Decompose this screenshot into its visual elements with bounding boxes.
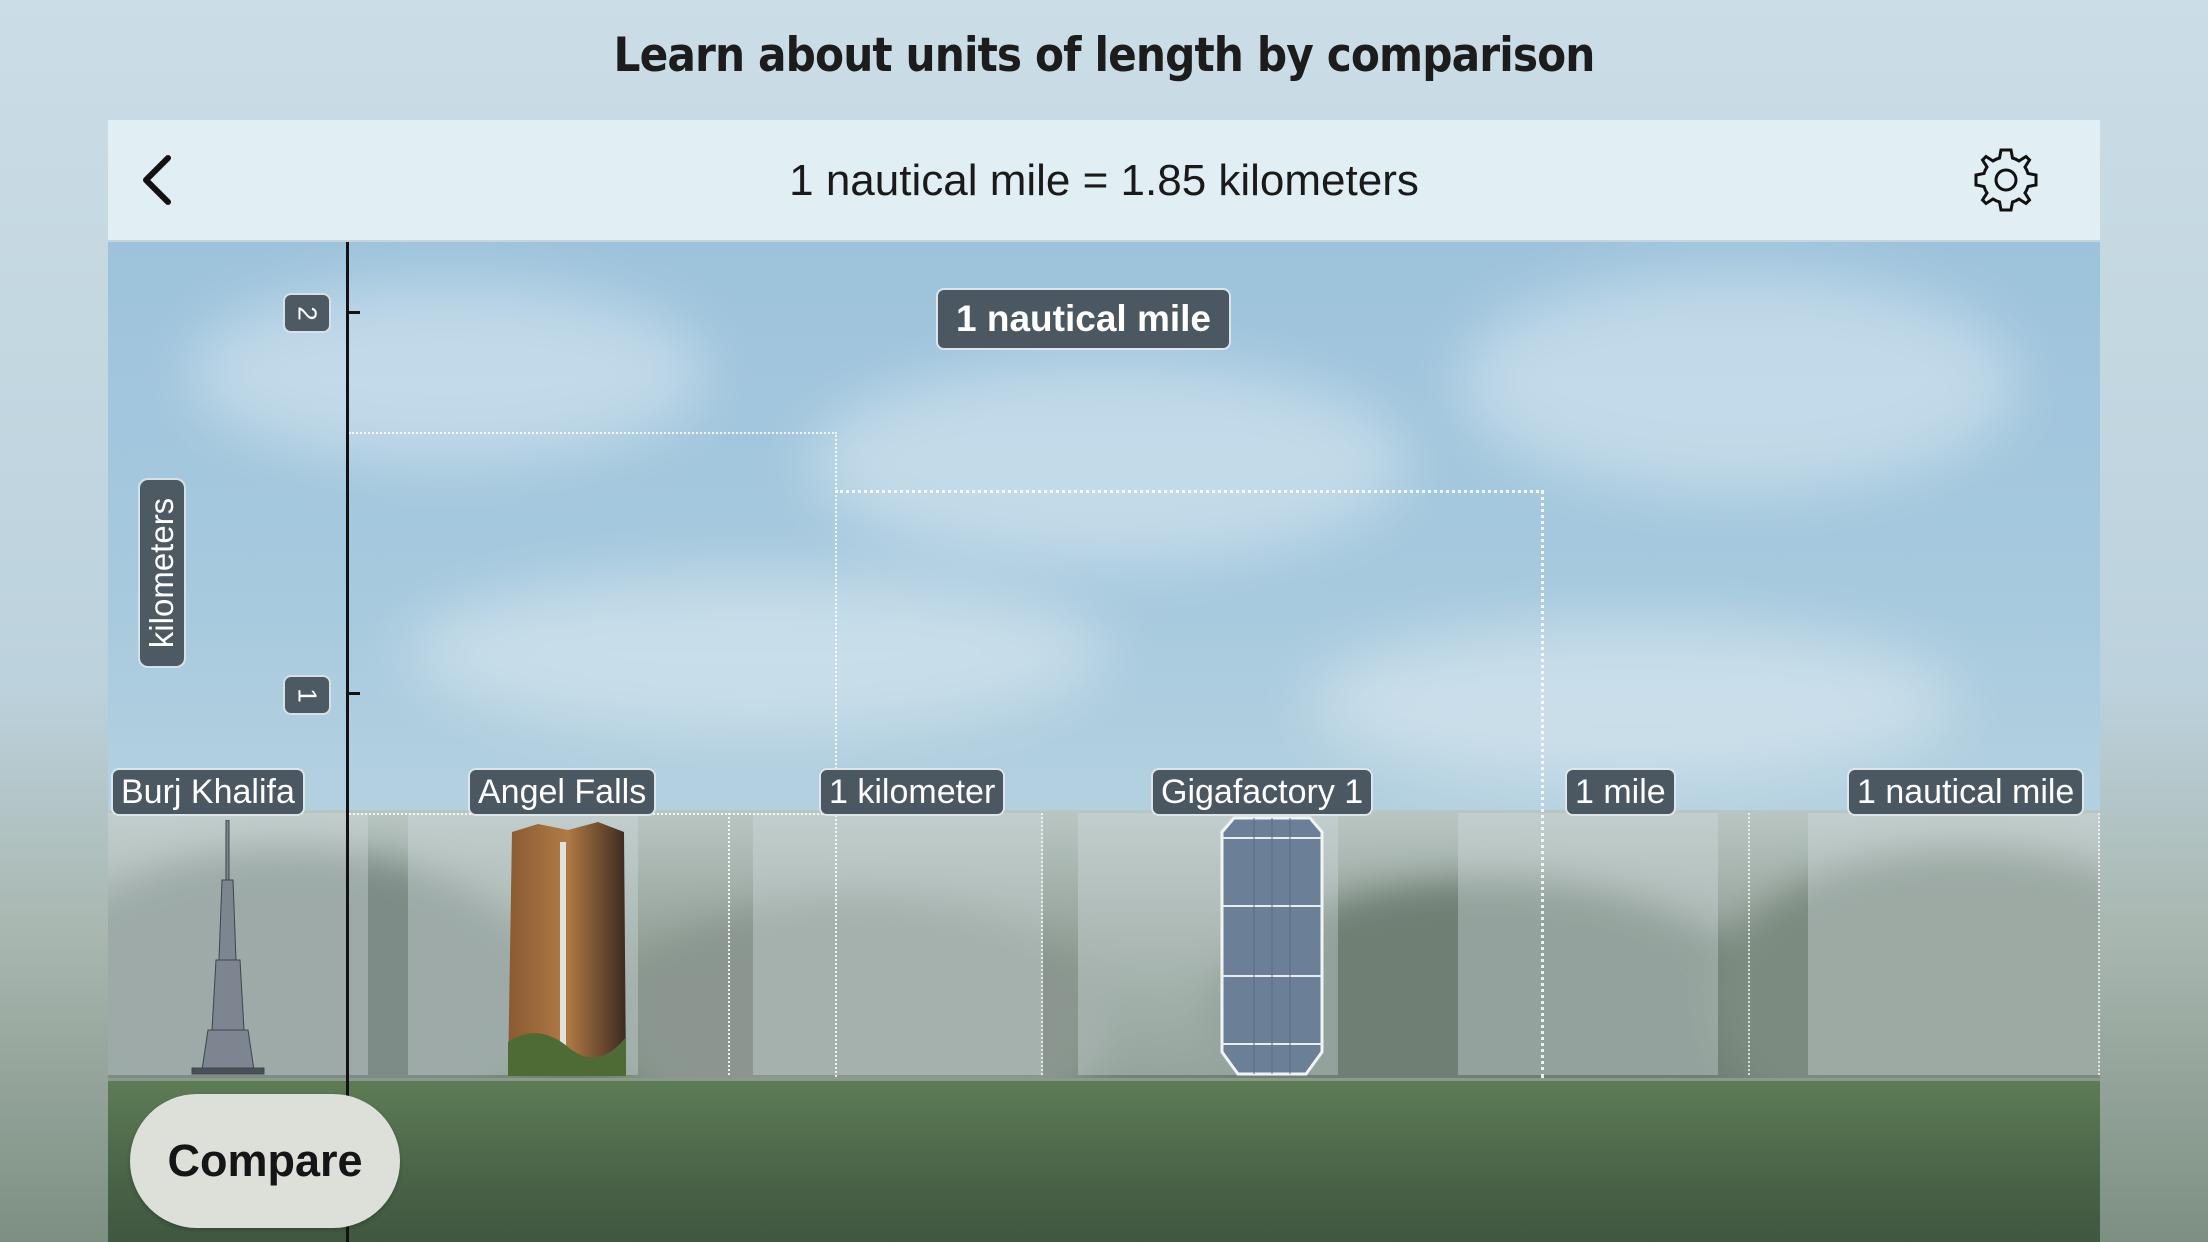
angel-falls-outline <box>728 813 730 1075</box>
item-label-gigafactory-1[interactable]: Gigafactory 1 <box>1151 768 1374 816</box>
app-frame: 1 nautical mile = 1.85 kilometers 2 1 ki… <box>108 120 2100 1242</box>
settings-button[interactable] <box>1970 144 2042 216</box>
item-label-1-nautical-mile[interactable]: 1 nautical mile <box>1847 768 2085 816</box>
item-label-1-mile[interactable]: 1 mile <box>1565 768 1676 816</box>
nautical-mile-column-outline <box>1808 813 2100 1075</box>
mile-outline <box>1493 813 1750 1075</box>
y-tick-label: 1 <box>283 675 331 715</box>
ground <box>108 1078 2100 1242</box>
item-label-burj-khalifa[interactable]: Burj Khalifa <box>111 768 305 816</box>
conversion-equation: 1 nautical mile = 1.85 kilometers <box>789 156 1419 205</box>
burj-khalifa-image <box>191 820 265 1075</box>
gear-icon <box>1974 148 2038 212</box>
y-axis <box>346 242 349 1242</box>
page-title: Learn about units of length by compariso… <box>613 28 1596 83</box>
y-tick-label: 2 <box>283 293 331 333</box>
highlighted-item-label: 1 nautical mile <box>936 288 1231 350</box>
angel-falls-image <box>508 822 626 1076</box>
compare-button[interactable]: Compare <box>130 1094 400 1228</box>
item-label-angel-falls[interactable]: Angel Falls <box>468 768 657 816</box>
gigafactory-image <box>1220 816 1324 1076</box>
y-tick-2 <box>346 311 360 314</box>
item-label-1-kilometer[interactable]: 1 kilometer <box>819 768 1006 816</box>
kilometer-outline <box>753 813 1043 1075</box>
navbar: 1 nautical mile = 1.85 kilometers <box>108 120 2100 242</box>
y-tick-1 <box>346 692 360 695</box>
y-axis-unit-label: kilometers <box>138 478 186 668</box>
